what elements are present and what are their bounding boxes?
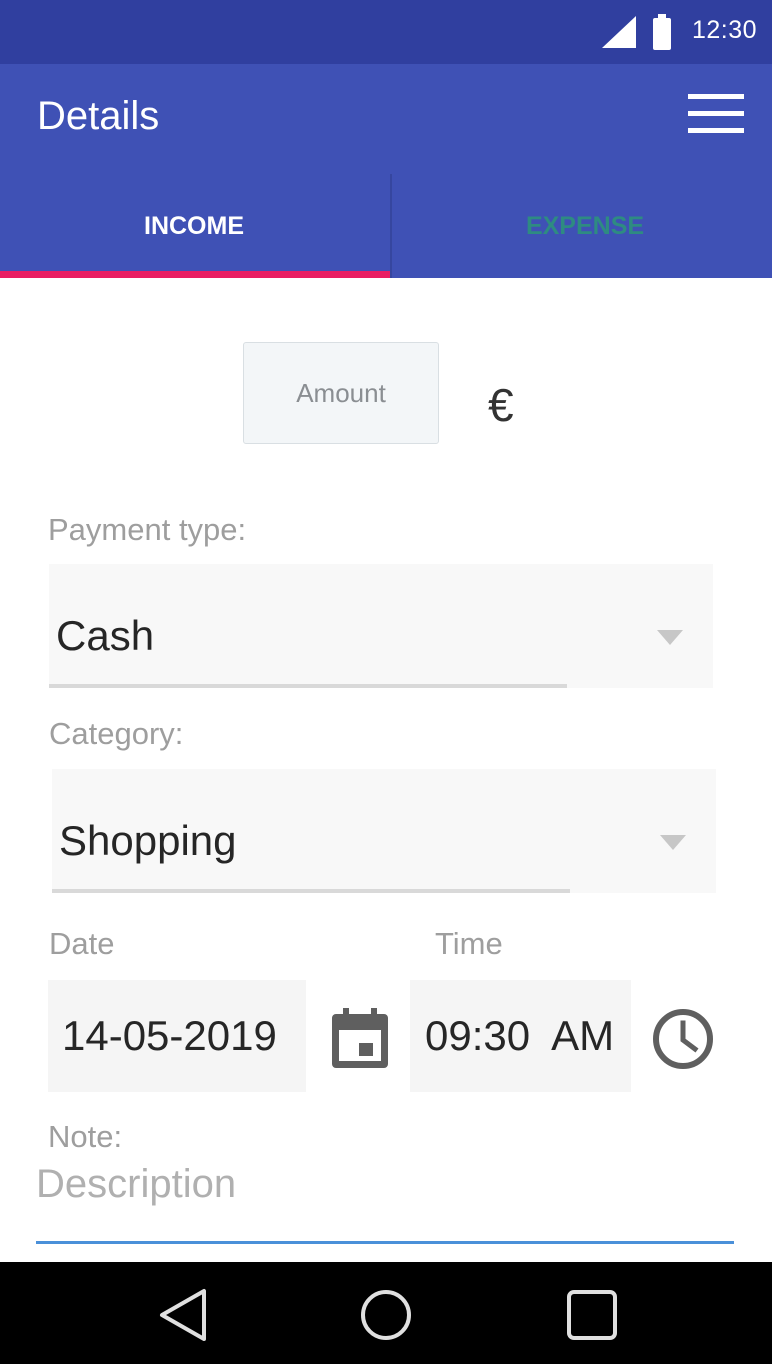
clock-icon[interactable] <box>652 1008 714 1070</box>
calendar-icon[interactable] <box>330 1008 390 1070</box>
navigation-bar <box>0 1262 772 1364</box>
tab-indicator <box>0 271 390 278</box>
time-value: 09:30 AM <box>425 1012 615 1059</box>
time-label: Time <box>435 926 503 961</box>
home-icon[interactable] <box>359 1288 413 1342</box>
recents-icon[interactable] <box>565 1288 619 1342</box>
dropdown-arrow-icon <box>657 630 683 645</box>
payment-type-dropdown[interactable]: Cash <box>49 564 713 688</box>
amount-placeholder: Amount <box>296 377 386 408</box>
tab-bar: INCOME EXPENSE <box>0 174 772 278</box>
category-dropdown[interactable]: Shopping <box>52 769 716 893</box>
amount-input[interactable]: Amount <box>243 342 439 444</box>
hamburger-menu-icon[interactable] <box>686 92 746 136</box>
payment-type-label: Payment type: <box>48 512 247 547</box>
description-input[interactable] <box>36 1158 734 1244</box>
status-time: 12:30 <box>692 16 758 44</box>
dropdown-underline <box>49 684 567 688</box>
currency-symbol: € <box>488 379 514 431</box>
date-field[interactable]: 14-05-2019 <box>48 980 306 1092</box>
tab-income-label: INCOME <box>144 211 244 240</box>
dropdown-underline <box>52 889 570 893</box>
back-icon[interactable] <box>156 1288 210 1342</box>
tab-expense[interactable]: EXPENSE <box>390 174 772 278</box>
tab-expense-label: EXPENSE <box>525 211 645 240</box>
date-label: Date <box>49 926 115 961</box>
tab-income[interactable]: INCOME <box>0 174 388 278</box>
date-value: 14-05-2019 <box>62 1012 277 1059</box>
time-field[interactable]: 09:30 AM <box>410 980 631 1092</box>
page-title: Details <box>37 94 160 138</box>
dropdown-arrow-icon <box>660 835 686 850</box>
payment-type-value: Cash <box>56 612 155 659</box>
status-bar: 12:30 <box>0 0 772 64</box>
category-label: Category: <box>49 716 184 751</box>
app-bar: Details <box>0 64 772 174</box>
signal-icon <box>602 16 636 48</box>
battery-icon <box>653 14 671 50</box>
note-label: Note: <box>48 1119 123 1154</box>
category-value: Shopping <box>59 817 237 864</box>
